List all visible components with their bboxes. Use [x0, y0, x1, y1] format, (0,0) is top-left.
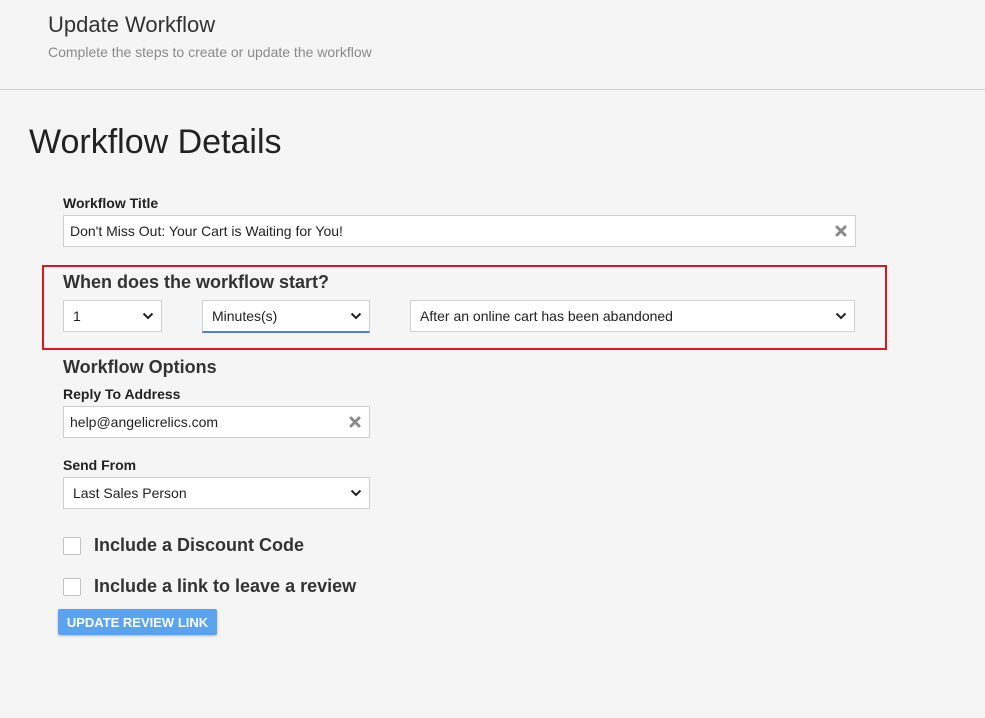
- discount-code-checkbox[interactable]: [63, 536, 81, 555]
- page-header: Update Workflow Complete the steps to cr…: [0, 0, 985, 90]
- clear-icon[interactable]: [835, 225, 847, 237]
- workflow-title-input[interactable]: Don't Miss Out: Your Cart is Waiting for…: [63, 215, 856, 247]
- delay-amount-value: 1: [73, 308, 81, 324]
- section-title: Workflow Details: [29, 123, 282, 161]
- workflow-title-value: Don't Miss Out: Your Cart is Waiting for…: [70, 223, 343, 239]
- delay-unit-select[interactable]: Minutes(s): [202, 300, 370, 333]
- reply-to-value: help@angelicrelics.com: [70, 414, 219, 430]
- review-link-checkbox[interactable]: [63, 577, 81, 596]
- discount-code-row[interactable]: Include a Discount Code: [63, 535, 304, 556]
- trigger-value: After an online cart has been abandoned: [420, 308, 673, 324]
- send-from-select[interactable]: Last Sales Person: [63, 477, 370, 509]
- review-link-label[interactable]: Include a link to leave a review: [94, 576, 356, 597]
- delay-amount-select[interactable]: 1: [63, 300, 162, 332]
- delay-unit-value: Minutes(s): [212, 308, 278, 324]
- start-question: When does the workflow start?: [63, 272, 330, 292]
- page-subtitle: Complete the steps to create or update t…: [48, 44, 372, 60]
- send-from-value: Last Sales Person: [73, 485, 187, 501]
- discount-code-label[interactable]: Include a Discount Code: [94, 535, 304, 556]
- chevron-down-icon: [350, 312, 362, 320]
- chevron-down-icon: [142, 312, 154, 320]
- review-link-row[interactable]: Include a link to leave a review: [63, 576, 356, 597]
- send-from-label: Send From: [63, 457, 137, 473]
- workflow-title-label: Workflow Title: [63, 195, 159, 211]
- chevron-down-icon: [350, 489, 362, 497]
- workflow-options-heading: Workflow Options: [63, 357, 217, 377]
- page-title: Update Workflow: [48, 12, 216, 37]
- reply-to-input[interactable]: help@angelicrelics.com: [63, 406, 370, 438]
- reply-to-label: Reply To Address: [63, 386, 181, 402]
- trigger-select[interactable]: After an online cart has been abandoned: [410, 300, 855, 332]
- update-review-link-button[interactable]: UPDATE REVIEW LINK: [58, 609, 217, 635]
- chevron-down-icon: [835, 312, 847, 320]
- clear-icon[interactable]: [349, 416, 361, 428]
